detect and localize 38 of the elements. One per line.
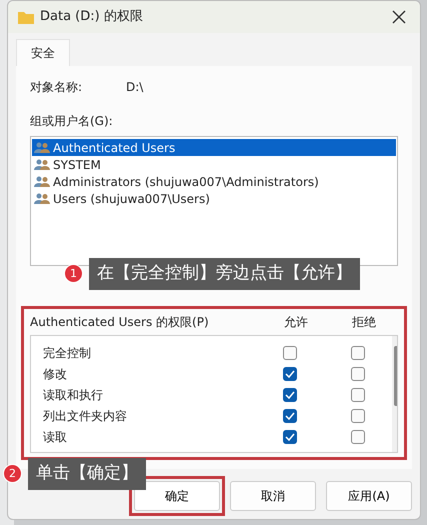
tab[interactable]: 安全 — [16, 39, 70, 66]
checkbox[interactable] — [283, 388, 297, 402]
dialog-button[interactable]: 确定 — [134, 481, 220, 511]
object-name: D:\ — [126, 79, 144, 96]
users-icon — [34, 192, 50, 204]
checkbox[interactable] — [351, 346, 365, 360]
callout-text: 单击【确定】 — [28, 458, 146, 490]
list-item[interactable]: Users (shujuwa007\Users) — [32, 190, 396, 207]
list-item[interactable]: Administrators (shujuwa007\Administrators) — [32, 173, 396, 190]
users-icon — [34, 158, 50, 170]
callout-text: 在【完全控制】旁边点击【允许】 — [89, 258, 360, 290]
checkbox[interactable] — [283, 346, 297, 360]
users-icon — [34, 142, 50, 154]
dialog-button[interactable]: 取消 — [230, 481, 316, 511]
checkbox[interactable] — [351, 366, 365, 380]
list-label: 组或用户名(G): — [30, 113, 114, 130]
list-item[interactable]: Authenticated Users — [32, 139, 396, 156]
permission-name: 读取和执行 — [42, 386, 104, 404]
close-icon — [392, 10, 406, 24]
permission-name: 读取 — [42, 428, 68, 446]
permission-name: 修改 — [42, 366, 68, 382]
checkbox[interactable] — [351, 408, 365, 422]
checkbox[interactable] — [283, 430, 297, 444]
list-label: Authenticated Users 的权限(P) — [30, 314, 210, 331]
checkbox[interactable] — [283, 408, 297, 422]
checkbox[interactable] — [283, 366, 297, 380]
dialog-button[interactable]: 应用(A) — [326, 481, 412, 511]
permission-name: 列出文件夹内容 — [42, 408, 128, 424]
field-label: 对象名称: — [30, 79, 84, 96]
checkbox[interactable] — [351, 388, 365, 402]
window-title: Data (D:) 的权限 — [40, 8, 144, 26]
users-icon — [34, 176, 50, 188]
checkbox[interactable] — [351, 430, 365, 444]
list-item[interactable]: SYSTEM — [32, 156, 396, 173]
column-header: 拒绝 — [351, 314, 377, 331]
folder-icon — [18, 10, 34, 24]
column-header: 允许 — [283, 314, 309, 331]
permission-name: 完全控制 — [42, 344, 92, 362]
